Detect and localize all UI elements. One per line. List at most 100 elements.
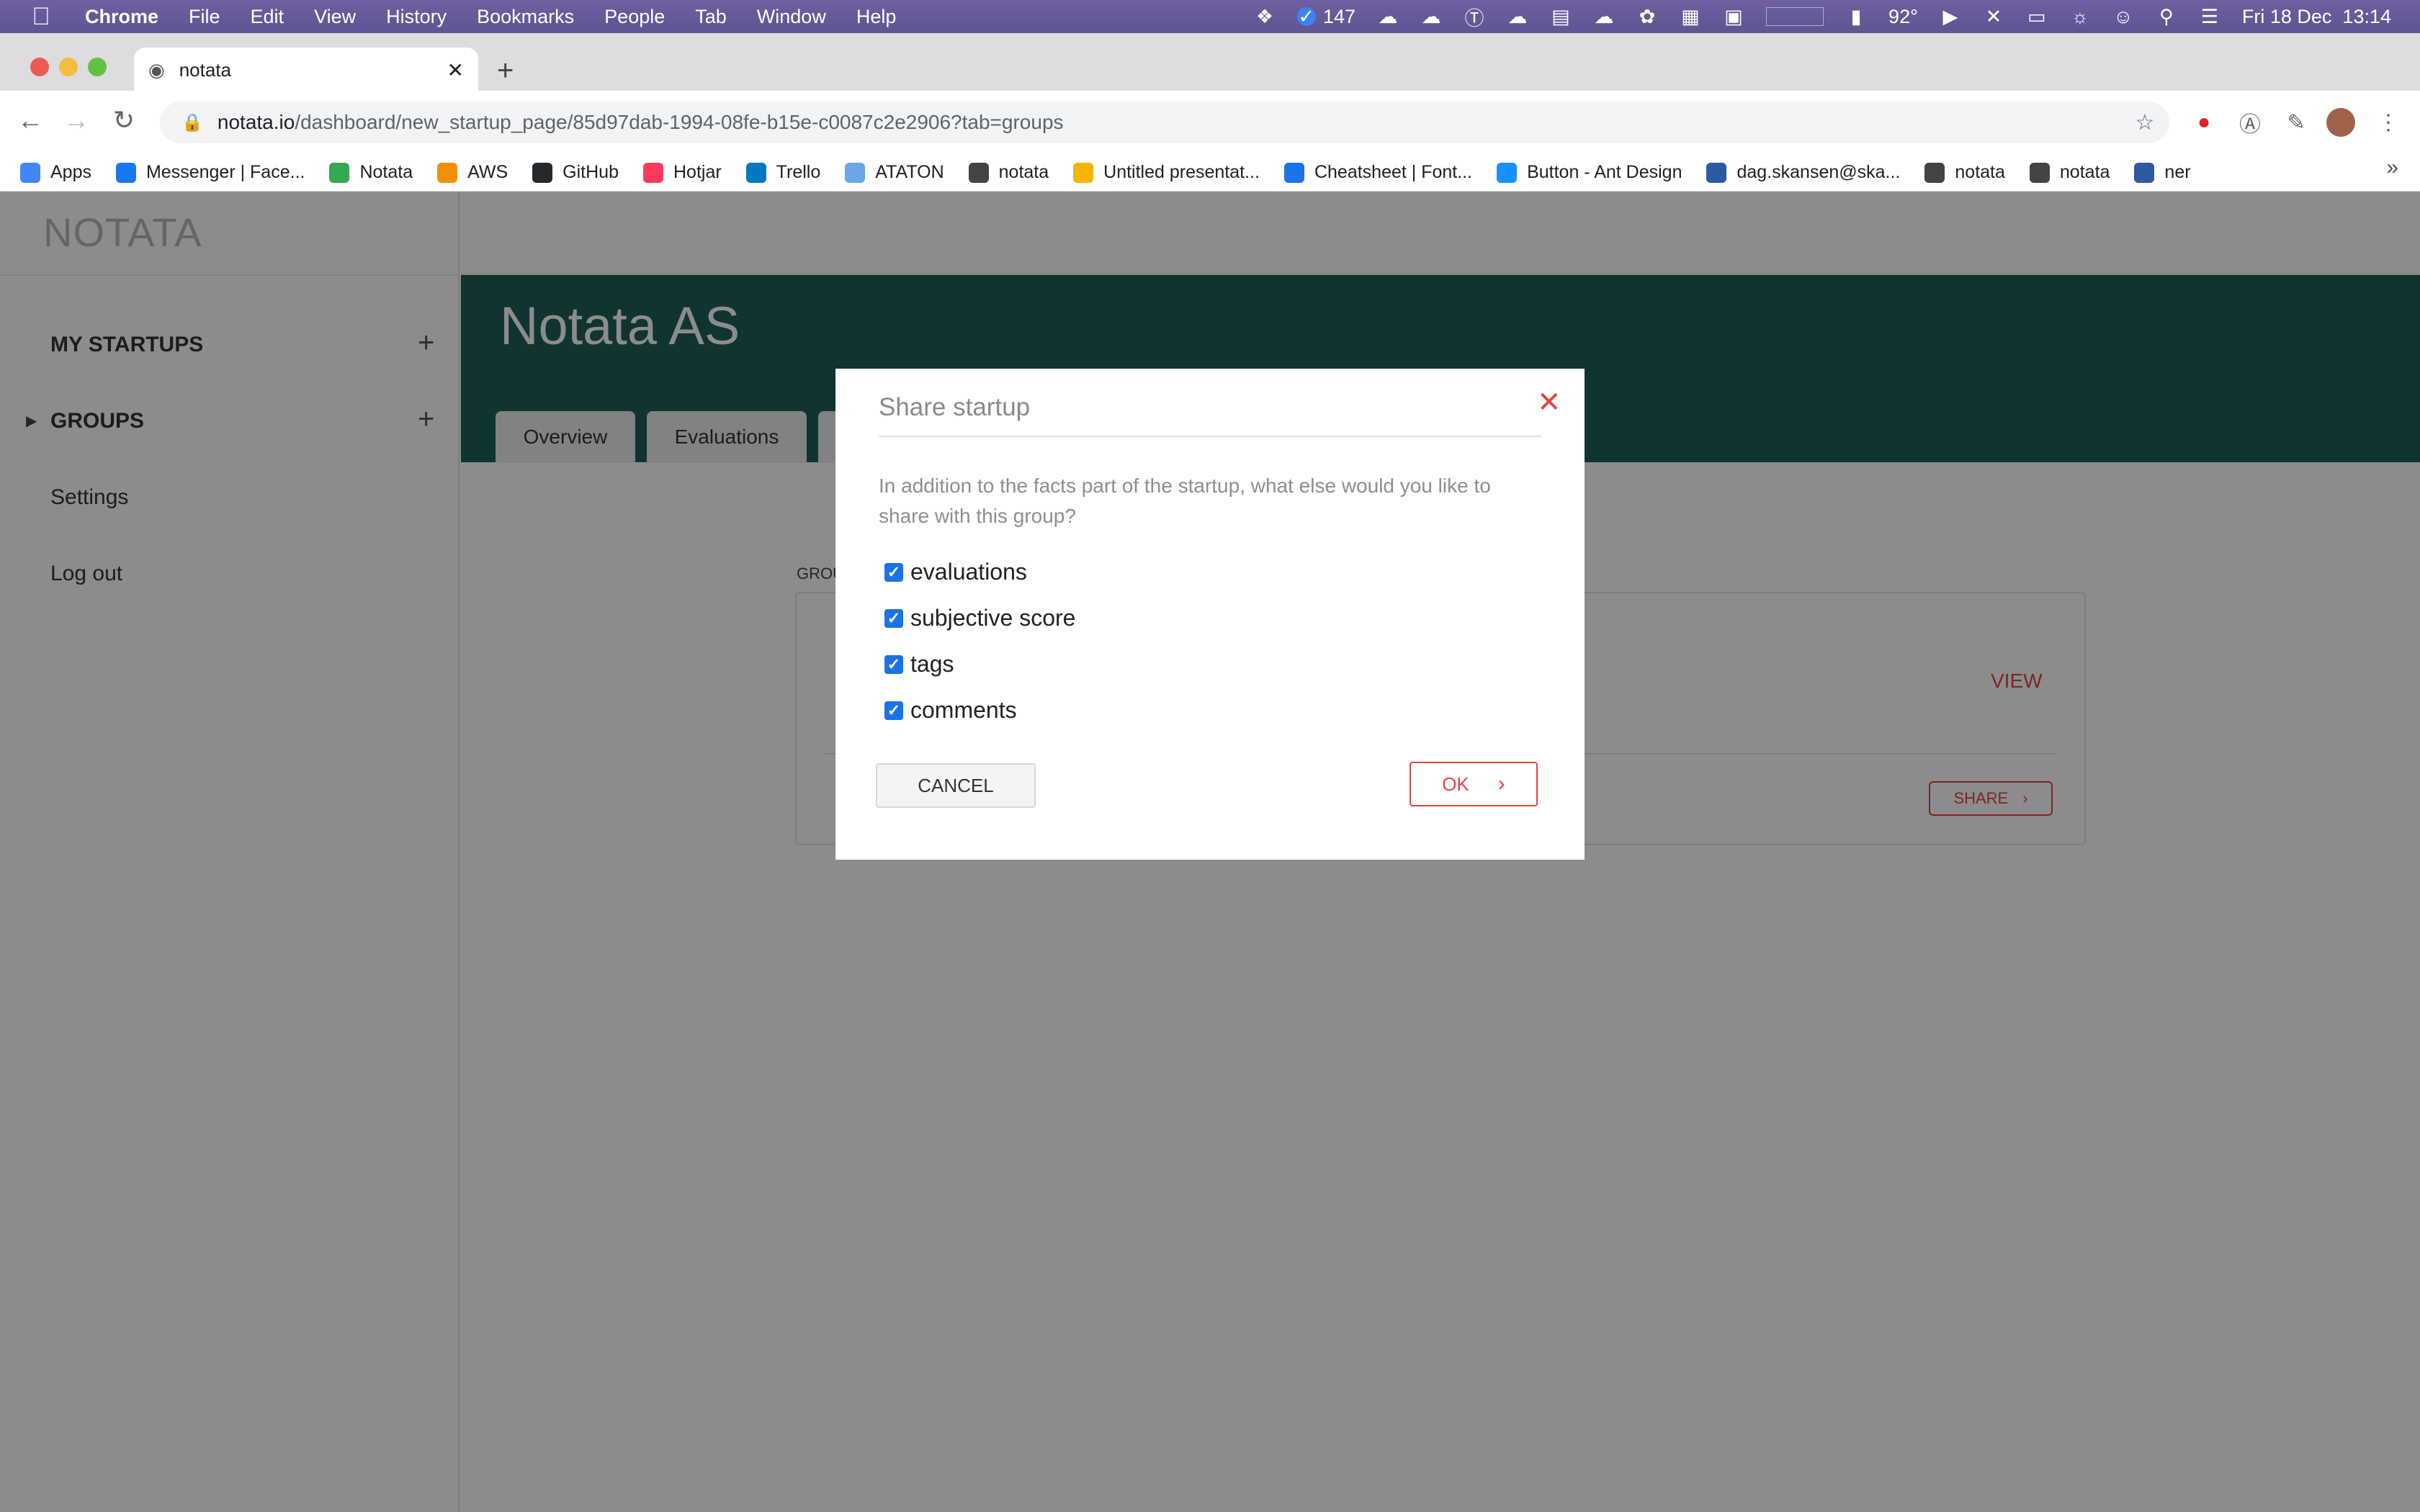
wifi-icon[interactable]: ☼ bbox=[2069, 6, 2091, 27]
tab-close-icon[interactable]: ✕ bbox=[447, 58, 464, 82]
option-tags[interactable]: ✓ tags bbox=[884, 651, 954, 678]
play-icon[interactable]: ▶ bbox=[1940, 6, 1961, 27]
menu-edit[interactable]: Edit bbox=[251, 6, 284, 28]
bookmark-item[interactable]: notata bbox=[2029, 162, 2110, 183]
menu-help[interactable]: Help bbox=[856, 6, 897, 28]
bookmark-label: Button - Ant Design bbox=[1527, 162, 1682, 182]
option-subjective-score[interactable]: ✓ subjective score bbox=[884, 605, 1075, 631]
google-drive-icon bbox=[329, 162, 350, 183]
brain-icon[interactable]: ✿ bbox=[1636, 6, 1658, 27]
bookmark-item[interactable]: Hotjar bbox=[642, 162, 722, 183]
extensions-puzzle-icon[interactable]: ✎ bbox=[2282, 108, 2311, 137]
window-minimize-button[interactable] bbox=[59, 58, 78, 76]
bookmark-item[interactable]: Notata bbox=[329, 162, 413, 183]
bookmark-item[interactable]: Apps bbox=[20, 162, 91, 183]
control-center-icon[interactable]: ☰ bbox=[2199, 6, 2220, 27]
globe-icon: ◉ bbox=[148, 58, 165, 81]
menu-history[interactable]: History bbox=[386, 6, 447, 28]
ok-button[interactable]: OK › bbox=[1410, 762, 1538, 806]
bookmark-item[interactable]: Messenger | Face... bbox=[115, 162, 305, 183]
weather-cloud-icon[interactable]: ☁ bbox=[1593, 6, 1615, 27]
option-evaluations[interactable]: ✓ evaluations bbox=[884, 559, 1027, 585]
lock-icon[interactable]: 🔒 bbox=[182, 112, 203, 133]
menu-tab[interactable]: Tab bbox=[695, 6, 727, 28]
bookmark-item[interactable]: Trello bbox=[745, 162, 820, 183]
back-arrow-icon[interactable]: ← bbox=[14, 105, 46, 135]
browser-menu-icon[interactable]: ⋮ bbox=[2374, 108, 2403, 137]
cpu-graph-icon[interactable]: ​ bbox=[1766, 7, 1824, 26]
spotlight-search-icon[interactable]: ⚲ bbox=[2156, 6, 2177, 27]
browser-tab[interactable]: ◉ notata ✕ bbox=[134, 48, 478, 92]
option-comments[interactable]: ✓ comments bbox=[884, 697, 1017, 724]
mail-icon: ✓ bbox=[1296, 5, 1316, 27]
address-bar[interactable]: 🔒 notata.io /dashboard/new_startup_page/… bbox=[160, 102, 2169, 143]
bookmark-item[interactable]: ATATON bbox=[845, 162, 944, 183]
bookmark-item[interactable]: notata bbox=[968, 162, 1049, 183]
option-label: comments bbox=[910, 697, 1017, 723]
forward-arrow-icon[interactable]: → bbox=[60, 105, 92, 135]
bookmark-item[interactable]: Cheatsheet | Font... bbox=[1283, 162, 1473, 183]
apple-icon[interactable]:  bbox=[29, 3, 53, 31]
checkbox-subjective-score[interactable]: ✓ bbox=[884, 608, 903, 628]
adblock-extension-icon[interactable]: ● bbox=[2190, 108, 2218, 137]
bookmark-item[interactable]: AWS bbox=[437, 162, 508, 183]
bookmark-label: Apps bbox=[50, 162, 91, 182]
memory-graph-icon[interactable]: ▮ bbox=[1845, 6, 1867, 27]
bookmark-star-icon[interactable]: ☆ bbox=[2130, 108, 2159, 137]
checkbox-evaluations[interactable]: ✓ bbox=[884, 562, 903, 582]
layout-icon[interactable]: ▦ bbox=[1680, 6, 1701, 27]
cancel-button[interactable]: CANCEL bbox=[876, 763, 1036, 808]
cloud-upload-icon[interactable]: ☁ bbox=[1507, 6, 1528, 27]
url-path: /dashboard/new_startup_page/85d97dab-199… bbox=[295, 111, 1064, 133]
apps-grid-icon bbox=[20, 162, 40, 183]
bluetooth-off-icon[interactable]: ✕ bbox=[1983, 6, 2004, 27]
menu-bookmarks[interactable]: Bookmarks bbox=[477, 6, 574, 28]
bookmark-item[interactable]: notata bbox=[1924, 162, 2005, 183]
datetime[interactable]: Fri 18 Dec 13:14 bbox=[2242, 6, 2391, 28]
profile-avatar[interactable] bbox=[2326, 108, 2355, 137]
menu-file[interactable]: File bbox=[189, 6, 220, 28]
ant-design-icon bbox=[1497, 162, 1518, 183]
cloud-upload-icon[interactable]: ☁ bbox=[1377, 6, 1399, 27]
bookmark-item[interactable]: dag.skansen@ska... bbox=[1706, 162, 1900, 183]
battery-icon[interactable]: ▭ bbox=[2026, 6, 2048, 27]
temperature-readout[interactable]: 92° bbox=[1888, 6, 1918, 28]
new-tab-button[interactable]: + bbox=[497, 55, 514, 87]
user-icon[interactable]: ☺ bbox=[2112, 6, 2134, 27]
bookmark-app-icon[interactable]: ▣ bbox=[1723, 6, 1744, 27]
bookmark-item[interactable]: Untitled presentat... bbox=[1073, 162, 1260, 183]
bookmark-label: Hotjar bbox=[673, 162, 722, 182]
checkbox-tags[interactable]: ✓ bbox=[884, 654, 903, 674]
bookmark-label: notata bbox=[998, 162, 1049, 182]
aws-icon bbox=[437, 162, 458, 183]
bookmark-label: ner bbox=[2164, 162, 2191, 182]
github-icon bbox=[532, 162, 553, 183]
bookmarks-bar: Apps Messenger | Face... Notata AWS GitHub Ho… bbox=[0, 154, 2420, 192]
notification-badge[interactable]: ✓ 147 bbox=[1296, 5, 1355, 28]
menu-view[interactable]: View bbox=[314, 6, 356, 28]
close-icon[interactable]: ✕ bbox=[1537, 386, 1561, 419]
cloud-upload-icon[interactable]: ☁ bbox=[1420, 6, 1442, 27]
option-label: tags bbox=[910, 651, 954, 677]
option-label: evaluations bbox=[910, 559, 1027, 585]
database-icon bbox=[2134, 162, 2155, 183]
tab-title: notata bbox=[179, 58, 231, 81]
bookmark-label: Messenger | Face... bbox=[145, 162, 305, 182]
bookmark-item[interactable]: Button - Ant Design bbox=[1497, 162, 1682, 183]
checkbox-comments[interactable]: ✓ bbox=[884, 701, 903, 720]
option-label: subjective score bbox=[910, 605, 1076, 631]
password-manager-icon[interactable]: Ⓣ bbox=[1464, 7, 1485, 30]
menu-people[interactable]: People bbox=[604, 6, 665, 28]
dropbox-icon[interactable]: ❖ bbox=[1254, 6, 1276, 27]
stats-icon[interactable]: ▤ bbox=[1550, 6, 1572, 27]
extension-a-icon[interactable]: Ⓐ bbox=[2236, 108, 2264, 137]
window-zoom-button[interactable] bbox=[88, 58, 107, 76]
window-close-button[interactable] bbox=[30, 58, 49, 76]
bookmarks-overflow-icon[interactable]: » bbox=[2386, 156, 2398, 180]
bookmark-item[interactable]: ner bbox=[2134, 162, 2191, 183]
menu-window[interactable]: Window bbox=[757, 6, 826, 28]
bookmark-item[interactable]: GitHub bbox=[532, 162, 619, 183]
bookmark-label: Cheatsheet | Font... bbox=[1314, 162, 1473, 182]
menu-app-chrome[interactable]: Chrome bbox=[85, 6, 158, 28]
reload-icon[interactable]: ↻ bbox=[108, 105, 140, 135]
